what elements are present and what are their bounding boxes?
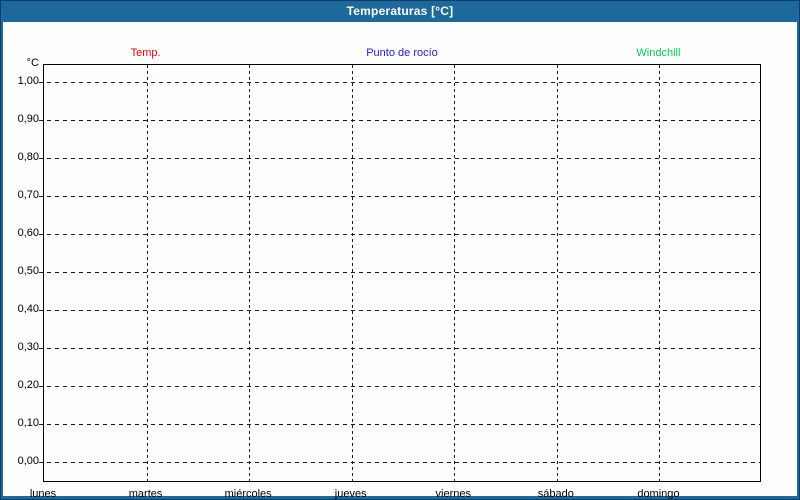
y-tick-label: 0,20 (17, 379, 39, 391)
chart-window: Temperaturas [°C] Temp. Punto de rocío Win… (0, 0, 800, 500)
y-axis-unit: °C (26, 57, 39, 69)
plot-area (39, 64, 761, 482)
y-tick-label: 0,70 (17, 189, 39, 201)
x-gridline (557, 65, 558, 481)
day-label: domingo (637, 488, 680, 500)
legend-item-1: Punto de rocío (366, 47, 438, 59)
day-label: jueves (334, 488, 367, 500)
x-gridline (249, 65, 250, 481)
legend-item-0: Temp. (130, 47, 161, 59)
x-gridline (659, 65, 660, 481)
y-tick-label: 1,00 (17, 75, 39, 87)
day-label: viernes (435, 488, 472, 500)
chart-content: Temp. Punto de rocío Windchill °C 1,00 0,90… (3, 22, 797, 499)
y-tick-label: 0,60 (17, 227, 39, 239)
day-label: martes (128, 488, 163, 500)
x-gridline (454, 65, 455, 481)
x-gridline (147, 65, 148, 481)
legend-item-2: Windchill (636, 47, 681, 59)
y-tick-label: 0,40 (17, 303, 39, 315)
day-label: lunes (29, 488, 57, 500)
chart-title: Temperaturas [°C] (346, 4, 454, 18)
y-tick-label: 0,10 (17, 417, 39, 429)
y-tick-label: 0,30 (17, 341, 39, 353)
y-tick-label: 0,50 (17, 265, 39, 277)
y-tick-label: 0,00 (17, 455, 39, 467)
y-tick-label: 0,90 (17, 113, 39, 125)
day-label: sábado (537, 488, 574, 500)
x-gridline (352, 65, 353, 481)
y-tick-label: 0,80 (17, 151, 39, 163)
day-label: miércoles (224, 488, 272, 500)
